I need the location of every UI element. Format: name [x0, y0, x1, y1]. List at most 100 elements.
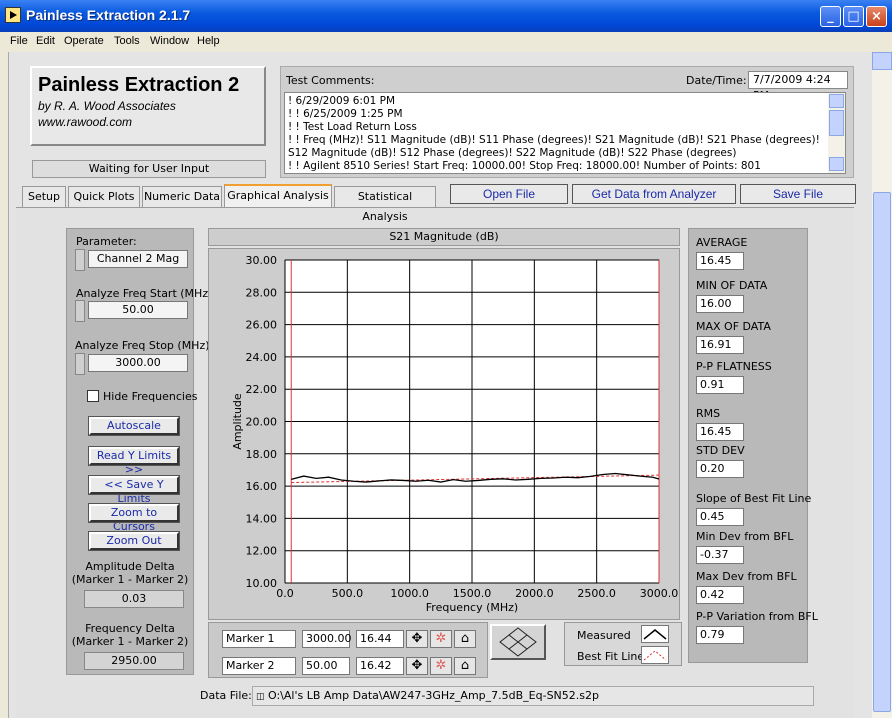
y-tick-label: 16.00 [246, 480, 278, 493]
save-y-limits-button[interactable]: << Save Y Limits [88, 475, 180, 505]
comment-line: ! ! 6/25/2009 1:25 PM [288, 108, 403, 120]
cursor-lock-icon[interactable]: ⌂ [454, 657, 476, 675]
save-file-button[interactable]: Save File [740, 184, 856, 204]
close-button[interactable]: × [866, 6, 887, 27]
stat-value: 16.91 [696, 336, 744, 354]
cursor-name[interactable]: Marker 1 [222, 630, 296, 648]
cursor-style-icon[interactable]: ✲ [430, 630, 452, 648]
frequency-delta-value: 2950.00 [84, 652, 184, 670]
y-tick-label: 20.00 [246, 416, 278, 429]
menu-help[interactable]: Help [197, 35, 220, 47]
scroll-up-button[interactable] [872, 52, 892, 70]
stat-label: Slope of Best Fit Line [696, 492, 812, 505]
comments-scroll-thumb[interactable] [829, 110, 844, 136]
legend-measured-swatch[interactable] [641, 625, 669, 643]
stat-label: P-P Variation from BFL [696, 610, 818, 623]
cursor-x-value[interactable]: 3000.00 [302, 630, 352, 648]
diamond-pad-icon [499, 627, 537, 657]
cursor-move-icon[interactable]: ✥ [406, 657, 428, 675]
status-indicator: Waiting for User Input [32, 160, 266, 178]
tab-numeric-data[interactable]: Numeric Data [142, 186, 222, 207]
frequency-delta-title: Frequency Delta [85, 622, 175, 635]
y-tick-label: 30.00 [246, 254, 278, 267]
get-data-button[interactable]: Get Data from Analyzer [572, 184, 736, 204]
s21-chart[interactable]: 0.0 500.0 1000.0 1500.0 2000.0 2500.0 3000.0 10… [209, 249, 679, 619]
logo-panel: Painless Extraction 2 by R. A. Wood Asso… [30, 66, 266, 146]
minimize-button[interactable]: _ [820, 6, 841, 27]
tab-quick-plots[interactable]: Quick Plots [68, 186, 140, 207]
hide-frequencies-label: Hide Frequencies [103, 390, 198, 403]
file-path-icon: ◫ [256, 692, 265, 702]
datetime-field[interactable]: 7/7/2009 4:24 PM [748, 71, 848, 102]
x-tick-label: 2000.0 [515, 587, 554, 600]
logo-website: www.rawood.com [38, 115, 133, 129]
y-tick-label: 26.00 [246, 319, 278, 332]
cursor-y-value[interactable]: 16.44 [356, 630, 404, 648]
parameter-select[interactable]: Channel 2 Mag [88, 250, 188, 268]
stat-value: 16.45 [696, 252, 744, 270]
y-tick-label: 10.00 [246, 577, 278, 590]
parameter-label: Parameter: [76, 235, 137, 248]
comments-scroll-down[interactable] [829, 157, 844, 171]
data-file-path[interactable]: ◫ O:\Al's LB Amp Data\AW247-3GHz_Amp_7.5… [252, 686, 814, 706]
cursor-name[interactable]: Marker 2 [222, 657, 296, 675]
zoom-out-button[interactable]: Zoom Out [88, 531, 180, 551]
menu-file[interactable]: File [10, 35, 28, 47]
menu-tools[interactable]: Tools [114, 35, 140, 47]
comments-textarea[interactable]: ! 6/29/2009 6:01 PM ! ! 6/25/2009 1:25 P… [284, 92, 846, 174]
plot-title: S21 Magnitude (dB) [208, 228, 680, 246]
x-tick-label: 500.0 [332, 587, 364, 600]
parameter-spinner-icon[interactable] [75, 249, 85, 271]
cursor-lock-icon[interactable]: ⌂ [454, 630, 476, 648]
autoscale-button[interactable]: Autoscale [88, 416, 180, 436]
legend-bfl-swatch[interactable] [641, 646, 669, 664]
freq-stop-label: Analyze Freq Stop (MHz) [75, 339, 210, 352]
maximize-button[interactable]: □ [843, 6, 864, 27]
data-file-label: Data File: [200, 689, 252, 702]
open-file-button[interactable]: Open File [450, 184, 568, 204]
stat-label: Max Dev from BFL [696, 570, 797, 583]
frequency-delta-label: Frequency Delta (Marker 1 - Marker 2) [66, 622, 194, 648]
read-y-limits-button[interactable]: Read Y Limits >> [88, 446, 180, 476]
cursor-move-icon[interactable]: ✥ [406, 630, 428, 648]
x-tick-label: 0.0 [276, 587, 294, 600]
stat-label: Min Dev from BFL [696, 530, 794, 543]
stat-value: 0.91 [696, 376, 744, 394]
datetime-label: Date/Time: [686, 74, 747, 87]
logo-author: by R. A. Wood Associates [38, 99, 176, 113]
cursor-x-value[interactable]: 50.00 [302, 657, 350, 675]
y-tick-label: 28.00 [246, 286, 278, 299]
tab-graphical-analysis[interactable]: Graphical Analysis [224, 184, 332, 207]
menu-operate[interactable]: Operate [64, 35, 104, 47]
amplitude-delta-subtitle: (Marker 1 - Marker 2) [71, 573, 189, 586]
frequency-delta-subtitle: (Marker 1 - Marker 2) [71, 635, 189, 648]
window-title: Painless Extraction 2.1.7 [26, 7, 191, 23]
comment-line: ! 6/29/2009 6:01 PM [288, 95, 396, 107]
y-tick-label: 18.00 [246, 448, 278, 461]
plot-frame: 0.0 500.0 1000.0 1500.0 2000.0 2500.0 3000.0 10… [208, 248, 680, 620]
freq-start-spinner-icon[interactable] [75, 300, 85, 322]
menu-edit[interactable]: Edit [36, 35, 55, 47]
cursor-y-value[interactable]: 16.42 [356, 657, 404, 675]
zoom-to-cursors-button[interactable]: Zoom to Cursors [88, 503, 180, 533]
amplitude-delta-value: 0.03 [84, 590, 184, 608]
tab-statistical-analysis[interactable]: Statistical Analysis [334, 186, 436, 223]
cursor-move-pad[interactable] [490, 624, 546, 660]
stat-label: P-P FLATNESS [696, 360, 772, 373]
y-tick-label: 24.00 [246, 351, 278, 364]
comments-scrollbar[interactable] [828, 93, 845, 173]
x-tick-label: 1000.0 [390, 587, 429, 600]
x-tick-label: 2500.0 [577, 587, 616, 600]
freq-stop-spinner-icon[interactable] [75, 353, 85, 375]
freq-start-input[interactable]: 50.00 [88, 301, 188, 319]
scroll-thumb[interactable] [873, 192, 891, 712]
cursor-style-icon[interactable]: ✲ [430, 657, 452, 675]
menu-window[interactable]: Window [150, 35, 189, 47]
tab-setup[interactable]: Setup [22, 186, 66, 207]
app-icon[interactable] [5, 7, 21, 23]
stat-value: -0.37 [696, 546, 744, 564]
comments-scroll-up[interactable] [829, 94, 844, 108]
hide-frequencies-checkbox[interactable] [87, 390, 99, 402]
freq-stop-input[interactable]: 3000.00 [88, 354, 188, 372]
stat-label: STD DEV [696, 444, 745, 457]
